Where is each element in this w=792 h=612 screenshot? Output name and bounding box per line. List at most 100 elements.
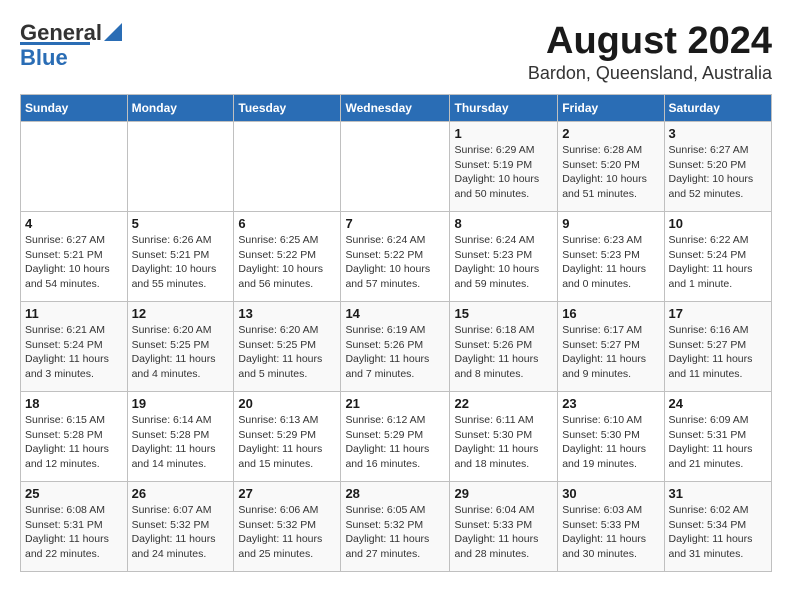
day-info: Sunrise: 6:20 AM Sunset: 5:25 PM Dayligh… bbox=[238, 323, 336, 382]
day-number: 26 bbox=[132, 486, 230, 501]
header-sunday: Sunday bbox=[21, 95, 128, 122]
calendar-cell: 5 Sunrise: 6:26 AM Sunset: 5:21 PM Daylig… bbox=[127, 212, 234, 302]
day-info: Sunrise: 6:09 AM Sunset: 5:31 PM Dayligh… bbox=[669, 413, 767, 472]
day-info: Sunrise: 6:03 AM Sunset: 5:33 PM Dayligh… bbox=[562, 503, 659, 562]
day-number: 29 bbox=[454, 486, 553, 501]
day-info: Sunrise: 6:08 AM Sunset: 5:31 PM Dayligh… bbox=[25, 503, 123, 562]
day-info: Sunrise: 6:28 AM Sunset: 5:20 PM Dayligh… bbox=[562, 143, 659, 202]
calendar-cell: 1 Sunrise: 6:29 AM Sunset: 5:19 PM Daylig… bbox=[450, 122, 558, 212]
day-info: Sunrise: 6:16 AM Sunset: 5:27 PM Dayligh… bbox=[669, 323, 767, 382]
day-number: 27 bbox=[238, 486, 336, 501]
calendar-cell: 16 Sunrise: 6:17 AM Sunset: 5:27 PM Dayli… bbox=[558, 302, 664, 392]
day-info: Sunrise: 6:18 AM Sunset: 5:26 PM Dayligh… bbox=[454, 323, 553, 382]
logo: General Blue bbox=[20, 20, 122, 71]
day-info: Sunrise: 6:21 AM Sunset: 5:24 PM Dayligh… bbox=[25, 323, 123, 382]
calendar-cell: 13 Sunrise: 6:20 AM Sunset: 5:25 PM Dayli… bbox=[234, 302, 341, 392]
day-info: Sunrise: 6:17 AM Sunset: 5:27 PM Dayligh… bbox=[562, 323, 659, 382]
logo-triangle-icon bbox=[104, 23, 122, 41]
day-number: 19 bbox=[132, 396, 230, 411]
logo-blue-text: Blue bbox=[20, 45, 68, 71]
calendar-table: SundayMondayTuesdayWednesdayThursdayFrid… bbox=[20, 94, 772, 572]
calendar-cell bbox=[234, 122, 341, 212]
header-monday: Monday bbox=[127, 95, 234, 122]
day-number: 22 bbox=[454, 396, 553, 411]
day-number: 9 bbox=[562, 216, 659, 231]
calendar-cell: 2 Sunrise: 6:28 AM Sunset: 5:20 PM Daylig… bbox=[558, 122, 664, 212]
day-info: Sunrise: 6:10 AM Sunset: 5:30 PM Dayligh… bbox=[562, 413, 659, 472]
day-number: 11 bbox=[25, 306, 123, 321]
header-wednesday: Wednesday bbox=[341, 95, 450, 122]
day-number: 28 bbox=[345, 486, 445, 501]
day-info: Sunrise: 6:29 AM Sunset: 5:19 PM Dayligh… bbox=[454, 143, 553, 202]
day-info: Sunrise: 6:13 AM Sunset: 5:29 PM Dayligh… bbox=[238, 413, 336, 472]
day-number: 4 bbox=[25, 216, 123, 231]
day-number: 21 bbox=[345, 396, 445, 411]
day-number: 8 bbox=[454, 216, 553, 231]
calendar-cell: 14 Sunrise: 6:19 AM Sunset: 5:26 PM Dayli… bbox=[341, 302, 450, 392]
calendar-cell: 25 Sunrise: 6:08 AM Sunset: 5:31 PM Dayli… bbox=[21, 482, 128, 572]
location-subtitle: Bardon, Queensland, Australia bbox=[528, 63, 772, 84]
day-number: 17 bbox=[669, 306, 767, 321]
calendar-cell: 18Sunrise: 6:15 AM Sunset: 5:28 PM Dayli… bbox=[21, 392, 128, 482]
day-number: 6 bbox=[238, 216, 336, 231]
calendar-cell: 23 Sunrise: 6:10 AM Sunset: 5:30 PM Dayli… bbox=[558, 392, 664, 482]
day-info: Sunrise: 6:19 AM Sunset: 5:26 PM Dayligh… bbox=[345, 323, 445, 382]
day-number: 15 bbox=[454, 306, 553, 321]
day-number: 30 bbox=[562, 486, 659, 501]
page-header: General Blue August 2024 Bardon, Queensl… bbox=[20, 20, 772, 84]
day-number: 20 bbox=[238, 396, 336, 411]
day-number: 24 bbox=[669, 396, 767, 411]
calendar-cell: 29Sunrise: 6:04 AM Sunset: 5:33 PM Dayli… bbox=[450, 482, 558, 572]
main-title: August 2024 bbox=[528, 20, 772, 63]
calendar-cell: 7Sunrise: 6:24 AM Sunset: 5:22 PM Daylig… bbox=[341, 212, 450, 302]
day-info: Sunrise: 6:07 AM Sunset: 5:32 PM Dayligh… bbox=[132, 503, 230, 562]
day-info: Sunrise: 6:14 AM Sunset: 5:28 PM Dayligh… bbox=[132, 413, 230, 472]
day-number: 1 bbox=[454, 126, 553, 141]
calendar-week-0: 1 Sunrise: 6:29 AM Sunset: 5:19 PM Daylig… bbox=[21, 122, 772, 212]
calendar-week-3: 18Sunrise: 6:15 AM Sunset: 5:28 PM Dayli… bbox=[21, 392, 772, 482]
day-number: 25 bbox=[25, 486, 123, 501]
day-info: Sunrise: 6:24 AM Sunset: 5:23 PM Dayligh… bbox=[454, 233, 553, 292]
day-number: 2 bbox=[562, 126, 659, 141]
day-info: Sunrise: 6:27 AM Sunset: 5:20 PM Dayligh… bbox=[669, 143, 767, 202]
calendar-cell: 26 Sunrise: 6:07 AM Sunset: 5:32 PM Dayli… bbox=[127, 482, 234, 572]
day-info: Sunrise: 6:20 AM Sunset: 5:25 PM Dayligh… bbox=[132, 323, 230, 382]
day-info: Sunrise: 6:15 AM Sunset: 5:28 PM Dayligh… bbox=[25, 413, 123, 472]
day-number: 10 bbox=[669, 216, 767, 231]
day-info: Sunrise: 6:05 AM Sunset: 5:32 PM Dayligh… bbox=[345, 503, 445, 562]
day-info: Sunrise: 6:24 AM Sunset: 5:22 PM Dayligh… bbox=[345, 233, 445, 292]
calendar-cell: 12Sunrise: 6:20 AM Sunset: 5:25 PM Dayli… bbox=[127, 302, 234, 392]
title-area: August 2024 Bardon, Queensland, Australi… bbox=[528, 20, 772, 84]
day-info: Sunrise: 6:27 AM Sunset: 5:21 PM Dayligh… bbox=[25, 233, 123, 292]
calendar-cell: 9Sunrise: 6:23 AM Sunset: 5:23 PM Daylig… bbox=[558, 212, 664, 302]
day-info: Sunrise: 6:02 AM Sunset: 5:34 PM Dayligh… bbox=[669, 503, 767, 562]
calendar-cell: 28 Sunrise: 6:05 AM Sunset: 5:32 PM Dayli… bbox=[341, 482, 450, 572]
calendar-week-2: 11 Sunrise: 6:21 AM Sunset: 5:24 PM Dayli… bbox=[21, 302, 772, 392]
calendar-week-4: 25 Sunrise: 6:08 AM Sunset: 5:31 PM Dayli… bbox=[21, 482, 772, 572]
header-friday: Friday bbox=[558, 95, 664, 122]
calendar-cell: 19 Sunrise: 6:14 AM Sunset: 5:28 PM Dayli… bbox=[127, 392, 234, 482]
calendar-cell: 30 Sunrise: 6:03 AM Sunset: 5:33 PM Dayli… bbox=[558, 482, 664, 572]
calendar-cell: 3 Sunrise: 6:27 AM Sunset: 5:20 PM Daylig… bbox=[664, 122, 771, 212]
header-saturday: Saturday bbox=[664, 95, 771, 122]
day-number: 23 bbox=[562, 396, 659, 411]
calendar-cell: 8 Sunrise: 6:24 AM Sunset: 5:23 PM Daylig… bbox=[450, 212, 558, 302]
day-number: 16 bbox=[562, 306, 659, 321]
calendar-cell bbox=[341, 122, 450, 212]
calendar-cell: 15 Sunrise: 6:18 AM Sunset: 5:26 PM Dayli… bbox=[450, 302, 558, 392]
day-number: 3 bbox=[669, 126, 767, 141]
header-tuesday: Tuesday bbox=[234, 95, 341, 122]
calendar-cell: 17 Sunrise: 6:16 AM Sunset: 5:27 PM Dayli… bbox=[664, 302, 771, 392]
calendar-cell: 11 Sunrise: 6:21 AM Sunset: 5:24 PM Dayli… bbox=[21, 302, 128, 392]
calendar-cell: 24 Sunrise: 6:09 AM Sunset: 5:31 PM Dayli… bbox=[664, 392, 771, 482]
day-info: Sunrise: 6:22 AM Sunset: 5:24 PM Dayligh… bbox=[669, 233, 767, 292]
day-number: 14 bbox=[345, 306, 445, 321]
day-number: 5 bbox=[132, 216, 230, 231]
calendar-cell: 22Sunrise: 6:11 AM Sunset: 5:30 PM Dayli… bbox=[450, 392, 558, 482]
calendar-cell: 6Sunrise: 6:25 AM Sunset: 5:22 PM Daylig… bbox=[234, 212, 341, 302]
calendar-header-row: SundayMondayTuesdayWednesdayThursdayFrid… bbox=[21, 95, 772, 122]
day-info: Sunrise: 6:26 AM Sunset: 5:21 PM Dayligh… bbox=[132, 233, 230, 292]
day-number: 13 bbox=[238, 306, 336, 321]
calendar-cell: 21Sunrise: 6:12 AM Sunset: 5:29 PM Dayli… bbox=[341, 392, 450, 482]
calendar-cell: 31Sunrise: 6:02 AM Sunset: 5:34 PM Dayli… bbox=[664, 482, 771, 572]
